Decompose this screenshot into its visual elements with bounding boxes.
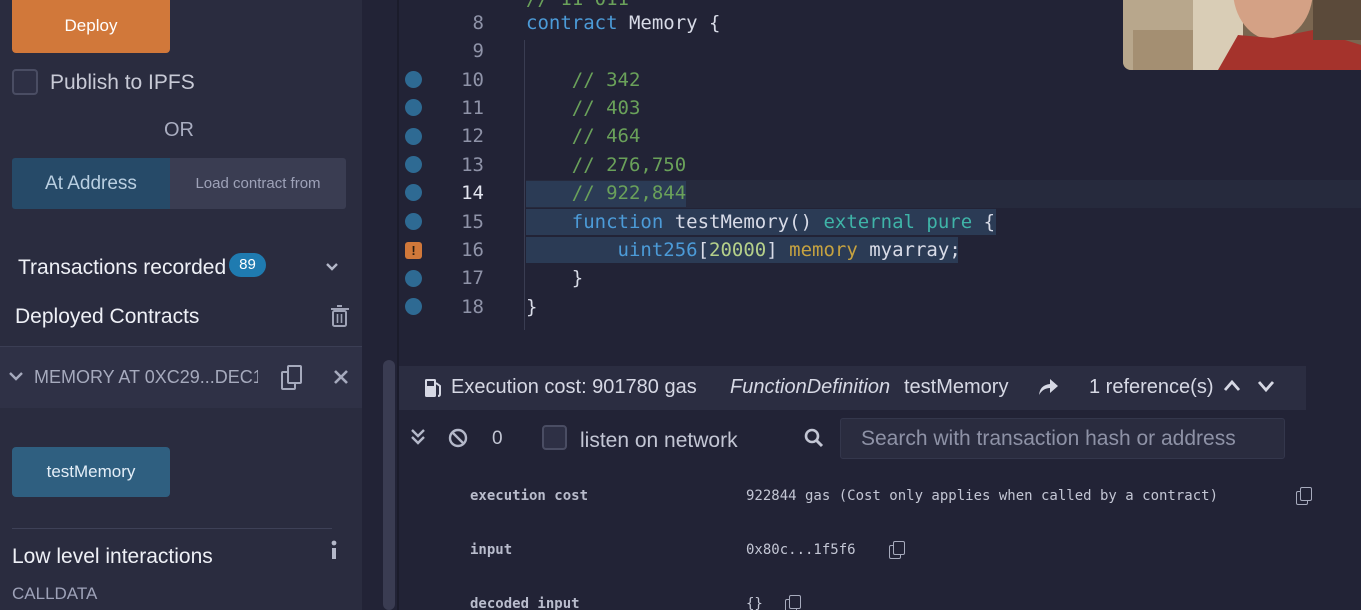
publish-ipfs-label: Publish to IPFS	[50, 71, 195, 94]
indent-guide	[524, 40, 525, 330]
line-number: 18	[461, 296, 484, 318]
webcam-overlay	[1123, 0, 1361, 70]
references-count[interactable]: 1 reference(s)	[1089, 376, 1214, 399]
deployed-contract-row[interactable]: MEMORY AT 0XC29...DEC11	[0, 346, 362, 408]
close-icon[interactable]	[333, 369, 349, 385]
line-number-active: 14	[461, 182, 484, 204]
line-number: 16	[461, 239, 484, 261]
collapse-terminal-icon[interactable]	[410, 428, 426, 446]
line-number: 10	[461, 69, 484, 91]
share-icon[interactable]	[1037, 377, 1059, 397]
at-address-button[interactable]: At Address	[12, 158, 170, 209]
warning-icon[interactable]: !	[405, 242, 422, 259]
code-line: uint256[20000] memory myarray;	[617, 239, 961, 261]
copy-icon[interactable]	[1296, 487, 1312, 505]
code-line: // 922,844	[571, 182, 687, 204]
transaction-search-input[interactable]: Search with transaction hash or address	[840, 418, 1285, 459]
clear-console-icon[interactable]	[448, 428, 468, 448]
test-memory-button[interactable]: testMemory	[12, 447, 170, 497]
publish-ipfs-checkbox[interactable]	[12, 69, 38, 95]
breakpoint-marker[interactable]	[405, 213, 422, 230]
code-line: // 276,750	[571, 154, 687, 176]
code-line: contract Memory {	[526, 12, 721, 34]
tx-field-key: input	[470, 542, 513, 558]
code-line: // 403	[571, 97, 641, 119]
low-level-interactions-label: Low level interactions	[12, 545, 213, 568]
line-number: 8	[472, 12, 484, 34]
trash-icon[interactable]	[330, 305, 350, 327]
line-number: 11	[461, 97, 484, 119]
copy-address-icon[interactable]	[281, 365, 303, 391]
execution-cost-text: Execution cost: 901780 gas	[451, 376, 697, 398]
transactions-count-badge: 89	[229, 253, 266, 277]
chevron-down-icon[interactable]	[1257, 379, 1275, 393]
code-line-partial: // 11 011	[526, 0, 629, 10]
code-line: // 464	[571, 125, 641, 147]
tx-field-key: execution cost	[470, 488, 589, 504]
deployed-contracts-label: Deployed Contracts	[15, 305, 200, 328]
breakpoint-marker[interactable]	[405, 156, 422, 173]
pending-count: 0	[492, 428, 503, 449]
tx-field-value: 922844 gas (Cost only applies when calle…	[746, 488, 1219, 504]
info-icon[interactable]	[328, 540, 340, 560]
line-number: 17	[461, 267, 484, 289]
deploy-run-panel: Deploy Publish to IPFS OR At Address Loa…	[0, 0, 362, 610]
listen-network-label: listen on network	[580, 429, 738, 452]
breakpoint-marker[interactable]	[405, 270, 422, 287]
code-line: }	[526, 267, 584, 289]
code-line: function testMemory() external pure {	[571, 211, 996, 233]
tx-field-key: decoded input	[470, 596, 580, 610]
tx-field-value: {}	[746, 596, 763, 610]
panel-scrollbar[interactable]	[383, 360, 395, 610]
breakpoint-marker[interactable]	[405, 128, 422, 145]
copy-icon[interactable]	[889, 541, 905, 559]
function-name: testMemory	[904, 376, 1009, 398]
chevron-down-icon[interactable]	[324, 260, 340, 274]
breakpoint-marker[interactable]	[405, 298, 422, 315]
breakpoint-marker[interactable]	[405, 99, 422, 116]
chevron-down-icon[interactable]	[8, 369, 24, 383]
line-number: 12	[461, 125, 484, 147]
code-line: }	[526, 296, 538, 318]
code-line: // 342	[571, 69, 641, 91]
webcam-image	[1123, 0, 1361, 70]
transactions-recorded-label: Transactions recorded	[18, 256, 227, 279]
gas-pump-icon	[425, 379, 441, 397]
divider	[12, 528, 332, 529]
load-contract-input[interactable]: Load contract from	[170, 158, 346, 209]
line-number: 15	[461, 211, 484, 233]
function-definition-label: FunctionDefinition	[730, 376, 891, 398]
listen-network-checkbox[interactable]	[542, 425, 567, 450]
calldata-label: CALLDATA	[12, 584, 98, 603]
editor-status-bar: Execution cost: 901780 gas FunctionDefin…	[399, 366, 1306, 410]
or-label: OR	[164, 119, 194, 141]
line-number: 9	[472, 40, 484, 62]
search-icon	[804, 428, 824, 448]
line-number: 13	[461, 154, 484, 176]
chevron-up-icon[interactable]	[1223, 379, 1241, 393]
breakpoint-marker[interactable]	[405, 184, 422, 201]
deploy-button[interactable]: Deploy	[12, 0, 170, 53]
tx-field-value: 0x80c...1f5f6	[746, 542, 856, 558]
breakpoint-marker[interactable]	[405, 71, 422, 88]
contract-name: MEMORY AT 0XC29...DEC11	[34, 367, 258, 387]
copy-icon[interactable]	[785, 595, 801, 610]
